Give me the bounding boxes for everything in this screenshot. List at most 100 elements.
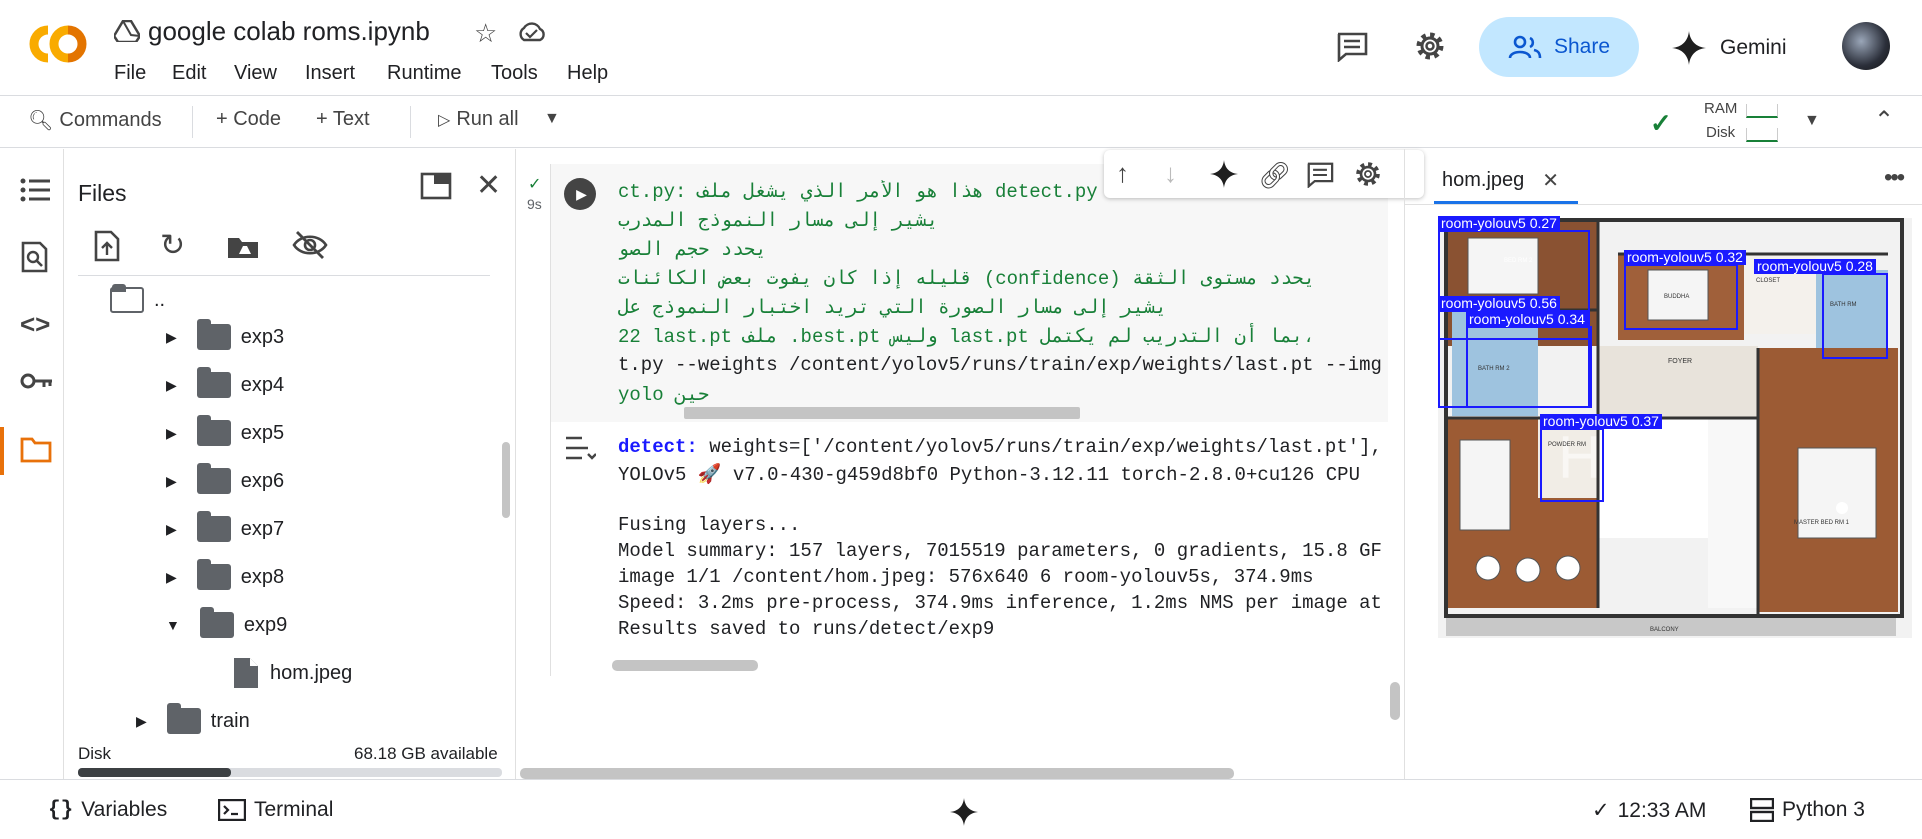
tree-folder-exp8[interactable]: ▶ exp8	[166, 557, 284, 597]
notebook-vertical-scrollbar[interactable]	[1390, 682, 1400, 720]
exec-time: 9s	[527, 196, 542, 212]
user-avatar[interactable]	[1842, 22, 1890, 70]
refresh-icon[interactable]: ↻	[160, 228, 185, 263]
menu-insert[interactable]: Insert	[305, 62, 355, 85]
gemini-label: Gemini	[1720, 36, 1787, 59]
gemini-button[interactable]: Gemini	[1672, 28, 1787, 68]
find-replace-icon[interactable]	[20, 241, 54, 275]
folder-icon	[196, 511, 231, 542]
tree-parent-folder[interactable]: ..	[110, 280, 165, 320]
folder-open-icon	[110, 284, 144, 313]
colab-logo[interactable]	[26, 22, 90, 66]
folder-icon	[199, 607, 234, 638]
folder-label: exp6	[240, 469, 285, 492]
cloud-icon[interactable]	[516, 20, 546, 42]
output-horizontal-scrollbar[interactable]	[612, 660, 758, 671]
gemini-status-icon[interactable]	[950, 798, 978, 826]
folder-label: exp7	[240, 517, 285, 540]
mount-drive-icon[interactable]	[226, 234, 260, 260]
menu-view[interactable]: View	[234, 62, 277, 85]
menu-file[interactable]: File	[114, 62, 146, 85]
tree-folder-train[interactable]: ▶ train	[136, 701, 250, 741]
folder-label: train	[210, 709, 250, 732]
commands-button[interactable]: 🔍︎ Commands	[28, 108, 162, 133]
run-cell-button[interactable]: ▶	[564, 178, 596, 210]
expand-arrow-icon[interactable]: ▶	[166, 377, 177, 394]
files-active-indicator	[0, 427, 4, 475]
code-snippets-icon[interactable]: <>	[20, 309, 54, 343]
comment-icon[interactable]	[1336, 32, 1368, 62]
tree-folder-exp7[interactable]: ▶ exp7	[166, 509, 284, 549]
play-icon: ▶	[576, 185, 587, 202]
code-line: يشير إلى مسار النموذج المدرب	[618, 210, 939, 232]
share-button[interactable]: Share	[1479, 17, 1639, 77]
upload-file-icon[interactable]	[94, 230, 120, 262]
hide-hidden-files-icon[interactable]	[292, 230, 328, 260]
expand-arrow-icon[interactable]: ▶	[166, 521, 177, 538]
run-all-label: Run all	[456, 108, 519, 130]
secrets-key-icon[interactable]	[20, 371, 54, 405]
expand-arrow-icon[interactable]: ▶	[166, 329, 177, 346]
commands-label: Commands	[59, 109, 162, 131]
code-lines[interactable]: ct.py: هذا هو الأمر الذي يشغل ملف detect…	[618, 180, 1386, 412]
folder-label: exp5	[240, 421, 285, 444]
tree-folder-exp5[interactable]: ▶ exp5	[166, 413, 284, 453]
detection-box	[1540, 428, 1604, 502]
code-line: 22 last.pt ملف .best.pt وليس last.pt بما…	[618, 326, 1315, 348]
menu-help[interactable]: Help	[567, 62, 608, 85]
image-tab-label: hom.jpeg	[1442, 169, 1525, 191]
tree-folder-exp3[interactable]: ▶ exp3	[166, 317, 284, 357]
ram-label: RAM	[1704, 100, 1738, 117]
code-horizontal-scrollbar[interactable]	[684, 407, 1080, 419]
runtime-status[interactable]: Python 3	[1750, 798, 1865, 822]
output-menu-icon[interactable]	[564, 434, 596, 462]
close-files-icon[interactable]: ✕	[476, 168, 501, 203]
files-folder-icon[interactable]	[20, 435, 54, 469]
add-text-button[interactable]: + Text	[316, 108, 370, 131]
tree-folder-exp9[interactable]: ▼ exp9	[166, 605, 287, 645]
disk-label: Disk	[1706, 124, 1736, 141]
detection-box	[1466, 326, 1592, 408]
expand-arrow-icon[interactable]: ▶	[166, 569, 177, 586]
code-line: ct.py: هذا هو الأمر الذي يشغل ملف detect…	[618, 181, 1098, 203]
image-tab[interactable]: hom.jpeg ✕	[1434, 160, 1578, 204]
execution-time-status[interactable]: ✓ 12:33 AM	[1592, 798, 1706, 823]
tree-file-hom-jpeg[interactable]: hom.jpeg	[234, 653, 352, 693]
add-code-button[interactable]: + Code	[216, 108, 281, 131]
more-options-icon[interactable]: •••	[1884, 164, 1905, 192]
menu-tools[interactable]: Tools	[491, 62, 538, 85]
run-all-button[interactable]: ▷ Run all	[438, 108, 519, 131]
collapse-chevron-up-icon[interactable]: ⌃	[1874, 106, 1894, 135]
settings-gear-icon[interactable]	[1414, 30, 1446, 62]
detection-label: room-yolouv5 0.37	[1540, 414, 1662, 429]
folder-label: exp9	[243, 613, 288, 636]
files-scrollbar[interactable]	[502, 442, 510, 518]
folder-icon	[196, 319, 231, 350]
expand-arrow-icon[interactable]: ▶	[166, 473, 177, 490]
expand-arrow-icon[interactable]: ▶	[136, 713, 147, 730]
files-panel-title: Files	[78, 180, 127, 206]
notebook-title[interactable]: google colab roms.ipynb	[148, 16, 430, 47]
toolbar-divider	[410, 106, 411, 138]
close-tab-icon[interactable]: ✕	[1542, 168, 1559, 193]
menu-edit[interactable]: Edit	[172, 62, 206, 85]
expand-arrow-icon[interactable]: ▶	[166, 425, 177, 442]
variables-button[interactable]: {} Variables	[48, 798, 167, 822]
search-icon: 🔍︎	[28, 110, 54, 132]
gemini-spark-icon	[1672, 31, 1706, 65]
star-icon[interactable]: ☆	[474, 18, 497, 49]
output-line: Model summary: 157 layers, 7015519 param…	[618, 540, 1382, 562]
notebook-horizontal-scrollbar[interactable]	[520, 768, 1234, 779]
open-in-tab-icon[interactable]	[420, 172, 452, 200]
server-icon	[1750, 798, 1774, 822]
tree-folder-exp4[interactable]: ▶ exp4	[166, 365, 284, 405]
terminal-button[interactable]: Terminal	[218, 798, 333, 822]
output-line: detect: weights=['/content/yolov5/runs/t…	[618, 436, 1382, 458]
table-of-contents-icon[interactable]	[20, 177, 54, 211]
disk-usage-label: Disk	[78, 744, 112, 763]
menu-runtime[interactable]: Runtime	[387, 62, 461, 85]
resources-dropdown-icon[interactable]: ▼	[1804, 112, 1820, 130]
run-all-dropdown-icon[interactable]: ▼	[544, 110, 560, 128]
collapse-arrow-icon[interactable]: ▼	[166, 617, 180, 633]
tree-folder-exp6[interactable]: ▶ exp6	[166, 461, 284, 501]
